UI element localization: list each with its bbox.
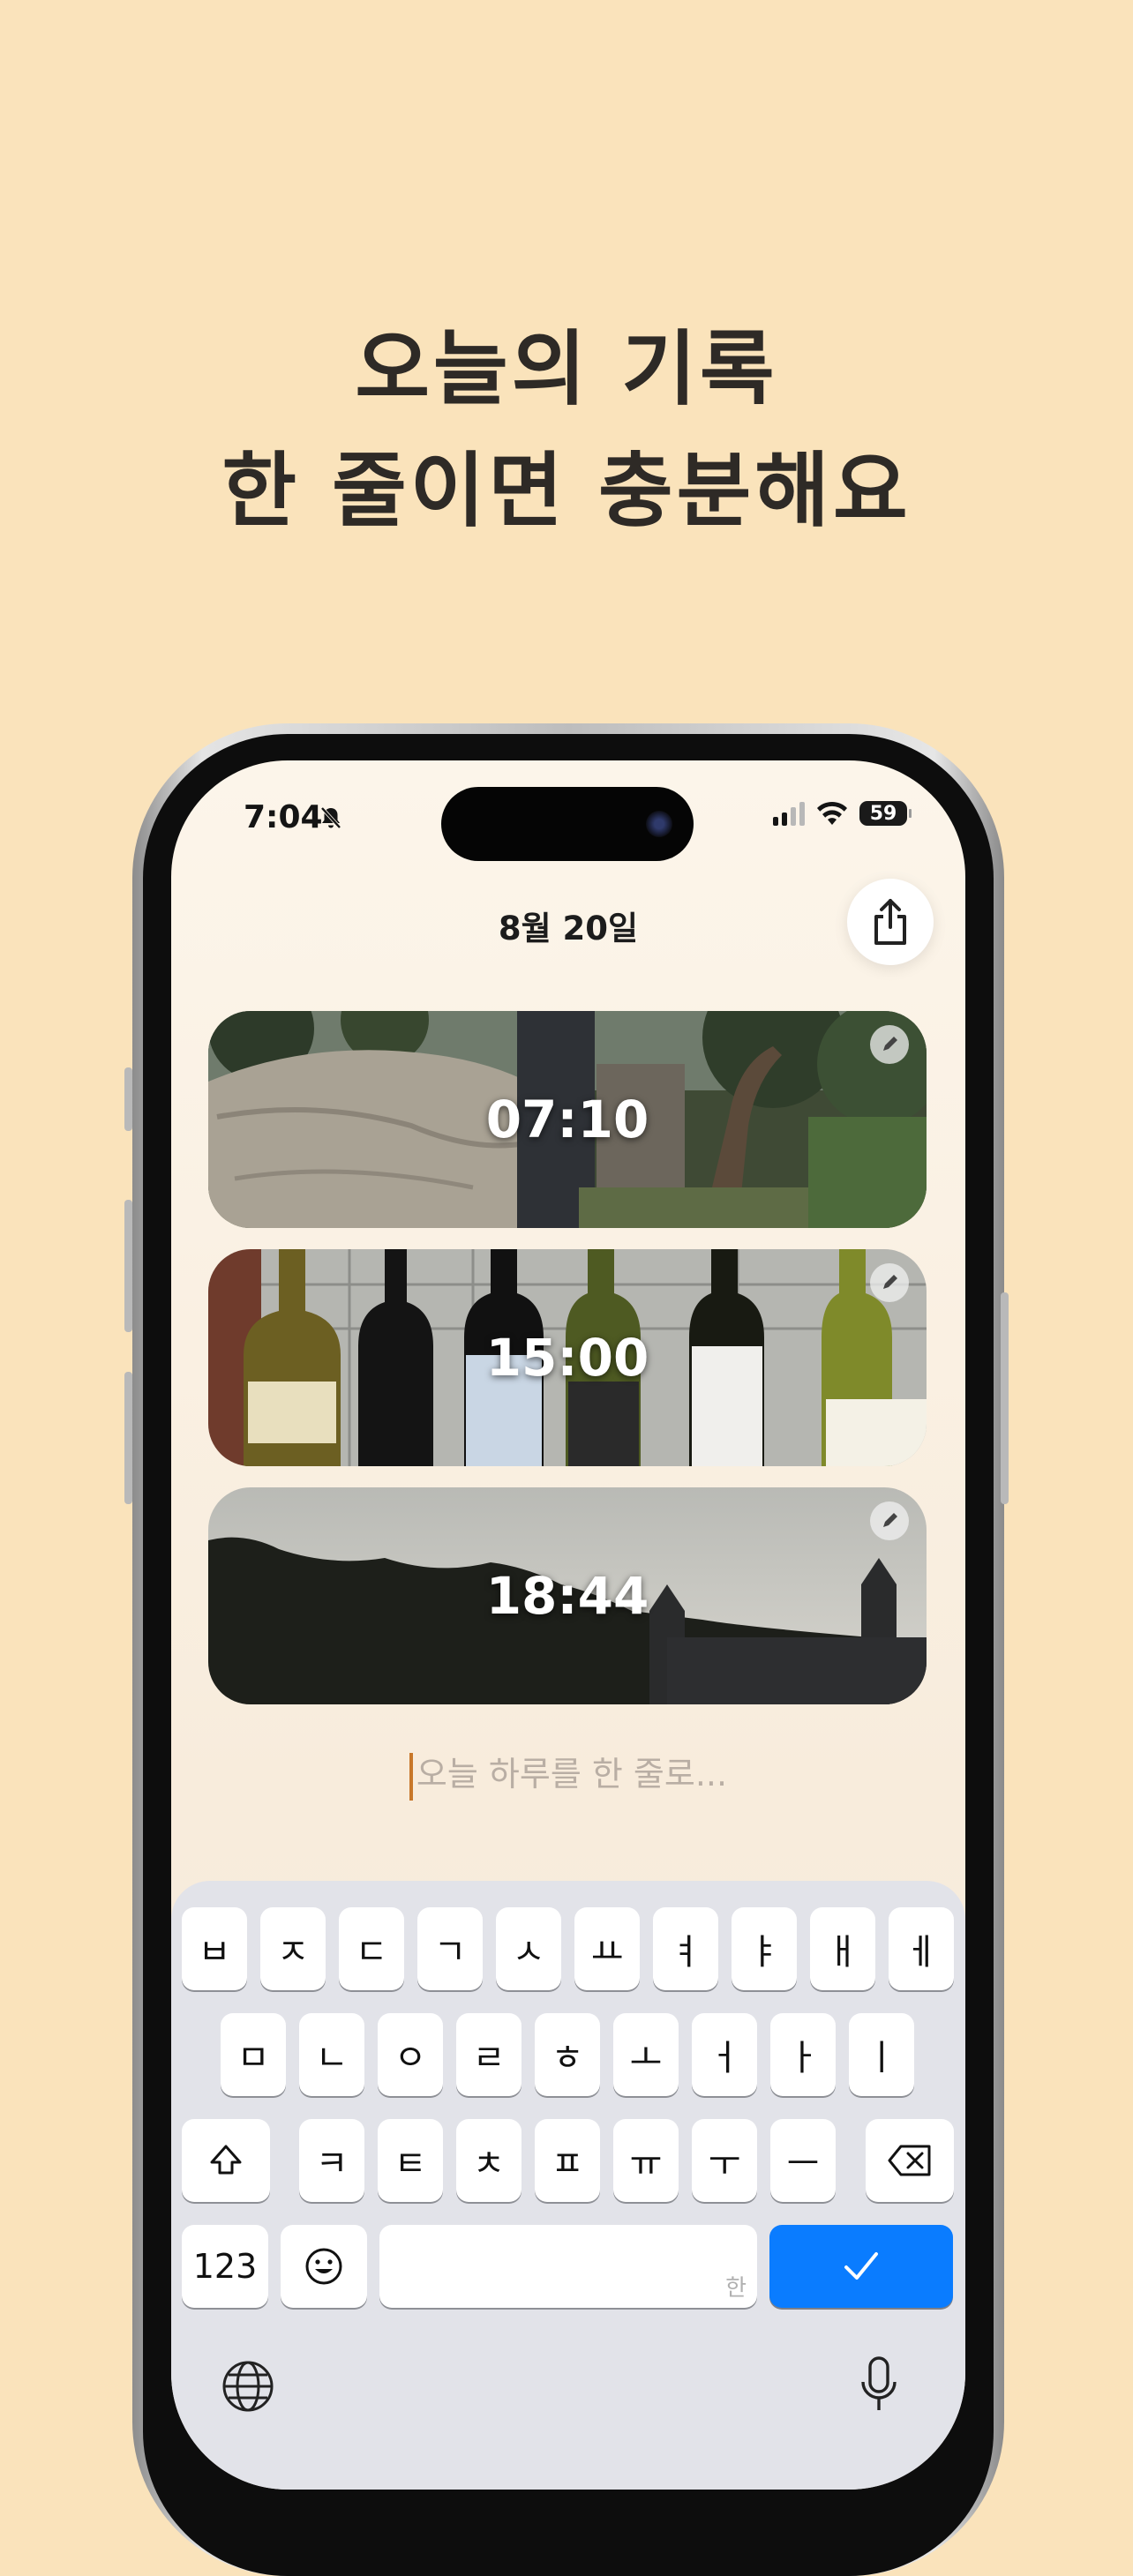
status-time: 7:04 (244, 799, 323, 835)
key[interactable]: ㅣ (849, 2013, 914, 2096)
entry-time: 18:44 (485, 1566, 649, 1626)
entry-time: 15:00 (485, 1328, 649, 1388)
key[interactable]: ㅏ (770, 2013, 836, 2096)
key[interactable]: ㅗ (613, 2013, 679, 2096)
key[interactable]: ㄴ (299, 2013, 364, 2096)
key[interactable]: ㅂ (182, 1907, 247, 1990)
key[interactable]: ㅇ (378, 2013, 443, 2096)
checkmark-icon (844, 2252, 878, 2280)
action-button (124, 1067, 132, 1131)
key[interactable]: ㅡ (770, 2119, 836, 2202)
emoji-icon (305, 2248, 342, 2285)
key[interactable]: ㅔ (889, 1907, 954, 1990)
pencil-icon (883, 1037, 897, 1051)
key[interactable]: ㅅ (496, 1907, 561, 1990)
key[interactable]: ㅋ (299, 2119, 364, 2202)
emoji-key[interactable] (281, 2225, 367, 2308)
bell-muted-icon (320, 806, 341, 829)
key[interactable]: ㅜ (692, 2119, 757, 2202)
volume-up-button (124, 1200, 132, 1332)
done-key[interactable] (769, 2225, 953, 2308)
space-key-hint: 한 (725, 2275, 747, 2302)
globe-icon[interactable] (221, 2359, 275, 2414)
microphone-icon[interactable] (859, 2355, 898, 2414)
dynamic-island (441, 787, 694, 861)
pencil-icon (883, 1513, 897, 1527)
edit-entry-button[interactable] (870, 1263, 909, 1302)
cellular-signal-icon (773, 801, 805, 826)
edit-entry-button[interactable] (870, 1025, 909, 1064)
key[interactable]: ㅍ (535, 2119, 600, 2202)
numbers-key[interactable]: 123 (182, 2225, 268, 2308)
headline: 오늘의 기록 한 줄이면 충분해요 (0, 309, 1133, 552)
entry-card[interactable]: 07:10 (208, 1011, 927, 1228)
date-title: 8월 20일 (498, 910, 639, 947)
key[interactable]: ㅈ (260, 1907, 326, 1990)
input-placeholder: 오늘 하루를 한 줄로... (416, 1755, 728, 1793)
share-icon (874, 899, 906, 945)
pencil-icon (883, 1275, 897, 1289)
key[interactable]: ㅊ (456, 2119, 521, 2202)
key[interactable]: ㄱ (417, 1907, 483, 1990)
battery-indicator: 59 (859, 801, 912, 826)
key[interactable]: ㅎ (535, 2013, 600, 2096)
headline-line-2: 한 줄이면 충분해요 (221, 444, 912, 538)
key[interactable]: ㅛ (574, 1907, 640, 1990)
one-line-input[interactable]: 오늘 하루를 한 줄로... (171, 1747, 965, 1801)
power-button (1001, 1292, 1009, 1504)
key[interactable]: ㄹ (456, 2013, 521, 2096)
key[interactable]: ㅕ (653, 1907, 718, 1990)
shift-key[interactable] (182, 2119, 270, 2202)
backspace-icon (888, 2145, 931, 2176)
status-indicators: 59 (773, 801, 912, 826)
wifi-icon (817, 801, 847, 825)
korean-keyboard: ㅂ ㅈ ㄷ ㄱ ㅅ ㅛ ㅕ ㅑ ㅐ ㅔ ㅁ ㄴ ㅇ ㄹ ㅎ ㅗ ㅓ ㅏ ㅣ ㅋ … (171, 1881, 965, 2490)
key[interactable]: ㅐ (810, 1907, 875, 1990)
backspace-key[interactable] (866, 2119, 954, 2202)
text-caret (409, 1752, 413, 1801)
key[interactable]: ㅠ (613, 2119, 679, 2202)
phone-screen: 7:04 59 8월 20일 07:10 15:00 18:44 오늘 하루를 … (171, 760, 965, 2490)
space-key[interactable]: 한 (379, 2225, 757, 2308)
entry-card[interactable]: 15:00 (208, 1249, 927, 1466)
key[interactable]: ㅓ (692, 2013, 757, 2096)
volume-down-button (124, 1372, 132, 1504)
share-button[interactable] (847, 879, 934, 965)
key[interactable]: ㅁ (221, 2013, 286, 2096)
camera-lens-icon (646, 811, 672, 837)
entry-card[interactable]: 18:44 (208, 1487, 927, 1704)
entry-time: 07:10 (485, 1090, 649, 1149)
edit-entry-button[interactable] (870, 1501, 909, 1540)
key[interactable]: ㅑ (732, 1907, 797, 1990)
key[interactable]: ㄷ (339, 1907, 404, 1990)
key[interactable]: ㅌ (378, 2119, 443, 2202)
shift-icon (210, 2145, 242, 2175)
headline-line-1: 오늘의 기록 (355, 322, 778, 416)
